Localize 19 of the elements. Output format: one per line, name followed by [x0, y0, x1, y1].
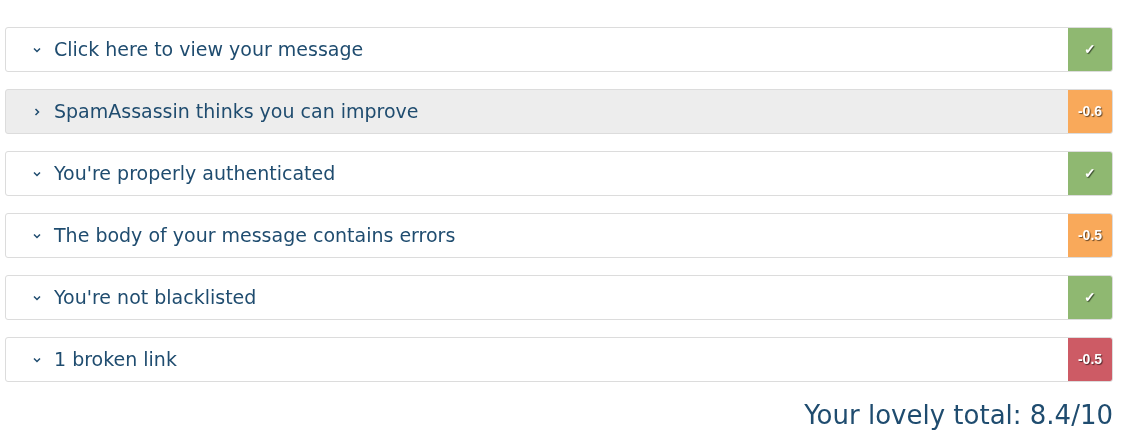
section-header[interactable]: Click here to view your message ✓: [5, 27, 1113, 72]
score-badge: -0.6: [1068, 90, 1112, 133]
section-header[interactable]: You're properly authenticated ✓: [5, 151, 1113, 196]
score-badge: ✓: [1068, 28, 1112, 71]
section-title: Click here to view your message: [54, 37, 364, 63]
section-title: The body of your message contains errors: [54, 223, 456, 249]
section-header[interactable]: SpamAssassin thinks you can improve -0.6: [5, 89, 1113, 134]
score-badge: ✓: [1068, 152, 1112, 195]
section-title: SpamAssassin thinks you can improve: [54, 99, 419, 125]
score-badge: -0.5: [1068, 338, 1112, 381]
section-title: 1 broken link: [54, 347, 177, 373]
section-header[interactable]: The body of your message contains errors -0.5: [5, 213, 1113, 258]
section-header[interactable]: 1 broken link -0.5: [5, 337, 1113, 382]
score-badge: -0.5: [1068, 214, 1112, 257]
section-header[interactable]: You're not blacklisted ✓: [5, 275, 1113, 320]
total-score: Your lovely total: 8.4/10: [804, 399, 1113, 432]
score-badge: ✓: [1068, 276, 1112, 319]
section-title: You're not blacklisted: [54, 285, 257, 311]
section-title: You're properly authenticated: [54, 161, 336, 187]
